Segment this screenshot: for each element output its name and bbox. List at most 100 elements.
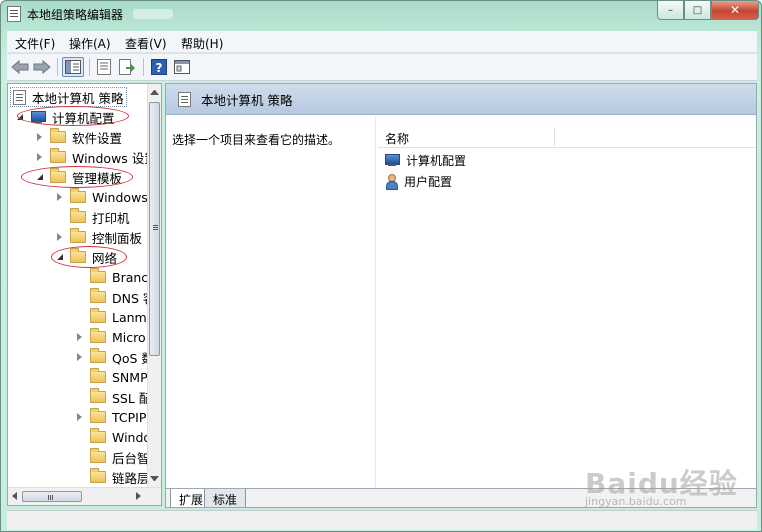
tree-item-software-settings[interactable]: 软件设置 (37, 127, 122, 147)
folder-icon (90, 348, 106, 363)
tree-item-network-child[interactable]: 链路层 (77, 467, 150, 487)
column-header[interactable]: 名称 (378, 126, 756, 148)
list-item-user-config[interactable]: 用户配置 (384, 172, 452, 190)
minimize-icon: – (668, 4, 673, 16)
folder-icon (50, 168, 66, 183)
list-item-label: 用户配置 (404, 174, 453, 189)
close-icon: ✕ (729, 3, 741, 17)
tree-item-label: SSL 配 (112, 390, 152, 406)
tree-item-network-child[interactable]: Lanma (77, 307, 154, 327)
tree-item-label: 链路层 (112, 470, 150, 486)
folder-icon (90, 288, 106, 303)
tree-item-label: Windo (112, 429, 152, 445)
tab-standard[interactable]: 标准 (204, 489, 247, 507)
menu-view[interactable]: 查看(V) (125, 35, 167, 52)
extended-view-button[interactable] (171, 57, 193, 77)
tree-item-network-child[interactable]: Windo (77, 427, 151, 447)
toolbar-separator (89, 58, 90, 76)
forward-button[interactable] (31, 57, 53, 77)
tree-item-network-child[interactable]: Branch (77, 267, 156, 287)
help-icon: ? (151, 59, 167, 75)
tree-item-label: 控制面板 (92, 230, 143, 246)
scroll-right-icon[interactable] (136, 492, 141, 500)
policy-document-icon (13, 89, 26, 105)
tree-item-network-child[interactable]: Micro (77, 327, 146, 347)
expanded-arrow-icon[interactable] (17, 114, 23, 120)
properties-icon (97, 59, 111, 75)
description-text: 选择一个项目来查看它的描述。 (172, 133, 341, 147)
tree-item-windows-settings[interactable]: Windows 设置 (37, 147, 157, 167)
tree-horizontal-scrollbar[interactable] (8, 487, 161, 505)
properties-button[interactable] (93, 57, 115, 77)
tree-item-network-child[interactable]: 后台智 (77, 447, 150, 467)
tree-vertical-scrollbar[interactable] (147, 84, 161, 487)
folder-icon (90, 328, 106, 343)
title-blur (133, 9, 173, 19)
folder-icon (70, 188, 86, 203)
tree-item-label: 后台智 (112, 450, 150, 466)
grip-icon (48, 495, 49, 500)
collapsed-arrow-icon[interactable] (77, 333, 82, 341)
export-list-button[interactable] (116, 57, 138, 77)
toolbar-separator (143, 58, 144, 76)
tree-item-network-child[interactable]: SSL 配 (77, 387, 151, 407)
toolbar-separator (57, 58, 58, 76)
help-button[interactable]: ? (148, 57, 170, 77)
scroll-up-icon[interactable] (150, 90, 159, 95)
scroll-left-icon[interactable] (12, 492, 17, 500)
computer-icon (384, 153, 400, 167)
column-header-name[interactable]: 名称 (385, 130, 409, 147)
tree-item-network-child[interactable]: DNS 客 (77, 287, 155, 307)
column-separator[interactable] (554, 128, 555, 146)
back-button[interactable] (9, 57, 31, 77)
svg-text:?: ? (156, 61, 163, 75)
tree-item-computer-config[interactable]: 计算机配置 (17, 107, 115, 127)
collapsed-arrow-icon[interactable] (77, 353, 82, 361)
collapsed-arrow-icon[interactable] (77, 413, 82, 421)
tree-item-label: 网络 (92, 250, 118, 266)
policy-editor-icon (7, 6, 21, 22)
tree-item-network-child[interactable]: SNMP (77, 367, 148, 387)
tree-item-network-child[interactable]: QoS 数 (77, 347, 154, 367)
folder-icon (70, 208, 86, 223)
toolbar: ? (7, 54, 757, 81)
menu-file[interactable]: 文件(F) (15, 35, 55, 52)
expanded-arrow-icon[interactable] (37, 174, 43, 180)
maximize-button[interactable]: □ (684, 1, 711, 20)
menu-action[interactable]: 操作(A) (69, 35, 111, 52)
user-icon (384, 173, 398, 190)
tree-root[interactable]: 本地计算机 策略 (10, 87, 128, 107)
tree-item-admin-templates[interactable]: 管理模板 (37, 167, 122, 187)
status-bar (7, 510, 757, 530)
collapsed-arrow-icon[interactable] (57, 233, 62, 241)
tree-item-windows-components[interactable]: Windows (57, 187, 148, 207)
details-header: 本地计算机 策略 (166, 84, 756, 115)
computer-icon (30, 110, 46, 124)
tree-item-network-child[interactable]: TCPIP (77, 407, 146, 427)
minimize-button[interactable]: – (657, 1, 684, 20)
scroll-thumb[interactable] (22, 491, 82, 502)
expanded-arrow-icon[interactable] (57, 254, 63, 260)
collapsed-arrow-icon[interactable] (37, 133, 42, 141)
show-tree-button[interactable] (62, 57, 84, 77)
folder-icon (50, 148, 66, 163)
list-item-computer-config[interactable]: 计算机配置 (384, 151, 466, 169)
tree-item-control-panel[interactable]: 控制面板 (57, 227, 142, 247)
scroll-thumb[interactable] (149, 102, 160, 356)
window: 本地组策略编辑器 – □ ✕ 文件(F) 操作(A) 查看(V) 帮助(H) ?… (0, 0, 762, 532)
close-button[interactable]: ✕ (711, 1, 759, 20)
title-bar[interactable]: 本地组策略编辑器 – □ ✕ (1, 1, 761, 27)
window-title: 本地组策略编辑器 (27, 8, 124, 22)
caption-buttons: – □ ✕ (657, 1, 759, 21)
scroll-down-icon[interactable] (150, 476, 159, 481)
tree-item-network[interactable]: 网络 (57, 247, 117, 267)
collapsed-arrow-icon[interactable] (57, 193, 62, 201)
tree-item-printers[interactable]: 打印机 (57, 207, 130, 227)
menu-help[interactable]: 帮助(H) (181, 35, 223, 52)
grip-icon (153, 225, 158, 226)
console-tree[interactable]: 本地计算机 策略 计算机配置 软件设置 Windows 设置 管理模板 Wind… (7, 83, 162, 506)
collapsed-arrow-icon[interactable] (37, 153, 42, 161)
extended-view-icon (174, 60, 190, 74)
folder-icon (70, 228, 86, 243)
tree-item-label: TCPIP (112, 409, 147, 425)
